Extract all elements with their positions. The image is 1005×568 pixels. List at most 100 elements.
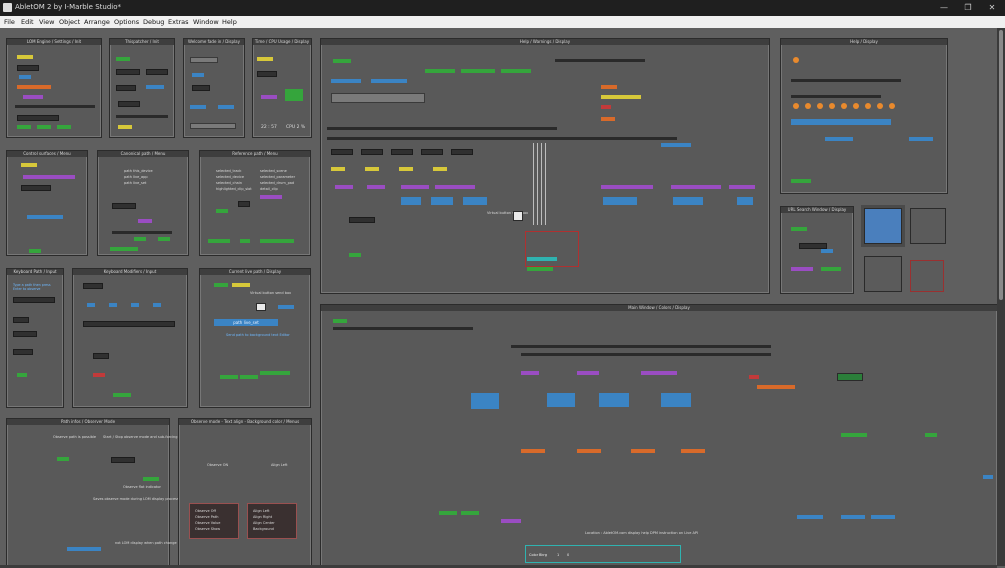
object-box[interactable]: [116, 85, 136, 91]
object-box[interactable]: [17, 373, 27, 377]
menu-file[interactable]: File: [4, 18, 15, 26]
object-box[interactable]: [333, 59, 351, 63]
object-box[interactable]: [23, 95, 43, 99]
object-box[interactable]: [521, 371, 539, 375]
menu-options[interactable]: Options: [114, 18, 139, 26]
object-box[interactable]: [146, 69, 168, 75]
object-box[interactable]: [461, 511, 479, 515]
menu-extras[interactable]: Extras: [168, 18, 189, 26]
menu-arrange[interactable]: Arrange: [84, 18, 110, 26]
object-box[interactable]: [93, 373, 105, 377]
virtual-button[interactable]: [513, 211, 523, 221]
object-box[interactable]: [23, 175, 75, 179]
object-box[interactable]: [333, 327, 473, 330]
object-box[interactable]: [841, 515, 865, 519]
object-box[interactable]: [214, 283, 228, 287]
object-box[interactable]: [57, 125, 71, 129]
object-box[interactable]: [118, 125, 132, 129]
patcher-canvas[interactable]: LOM Engine / Settings / Init Thispatcher…: [0, 28, 997, 566]
object-box[interactable]: [431, 197, 453, 205]
object-box[interactable]: [501, 69, 531, 73]
object-box[interactable]: [365, 167, 379, 171]
object-box[interactable]: [335, 185, 353, 189]
object-box[interactable]: [547, 393, 575, 407]
object-box[interactable]: [118, 101, 140, 107]
object-box[interactable]: [260, 239, 294, 243]
object-box[interactable]: [57, 457, 69, 461]
object-box[interactable]: [671, 185, 721, 189]
observe-option-value[interactable]: Observe Value: [195, 521, 220, 525]
object-box[interactable]: [349, 217, 375, 223]
object-box[interactable]: [17, 115, 59, 121]
object-box[interactable]: [192, 73, 204, 77]
help-button[interactable]: [853, 103, 859, 109]
object-box[interactable]: [349, 253, 361, 257]
object-box[interactable]: [791, 79, 901, 82]
object-box[interactable]: [791, 179, 811, 183]
object-box[interactable]: [601, 95, 641, 99]
object-box[interactable]: [190, 105, 206, 109]
object-box[interactable]: [113, 393, 131, 397]
object-box[interactable]: [111, 457, 135, 463]
minimize-button[interactable]: —: [933, 1, 955, 15]
object-box[interactable]: [371, 79, 407, 83]
object-box[interactable]: [521, 353, 771, 356]
object-box[interactable]: [116, 115, 168, 118]
object-box[interactable]: [439, 511, 457, 515]
object-box[interactable]: [218, 105, 234, 109]
object-box[interactable]: [13, 317, 29, 323]
object-box[interactable]: [83, 283, 103, 289]
object-box[interactable]: [21, 163, 37, 167]
object-box[interactable]: [260, 371, 290, 375]
object-box[interactable]: [257, 71, 277, 77]
object-box[interactable]: [17, 125, 31, 129]
object-box[interactable]: [153, 303, 161, 307]
help-button[interactable]: [829, 103, 835, 109]
help-button[interactable]: [889, 103, 895, 109]
object-box[interactable]: [983, 475, 993, 479]
object-box[interactable]: [17, 85, 51, 89]
object-box[interactable]: [577, 371, 599, 375]
scroll-thumb[interactable]: [999, 30, 1003, 300]
object-box[interactable]: [841, 433, 867, 437]
object-box[interactable]: [909, 137, 933, 141]
object-box[interactable]: [821, 249, 833, 253]
object-box[interactable]: [112, 231, 172, 234]
object-box[interactable]: [208, 239, 230, 243]
object-box[interactable]: [131, 303, 139, 307]
align-option-background[interactable]: Background: [253, 527, 274, 531]
object-box[interactable]: [333, 319, 347, 323]
object-box[interactable]: [737, 197, 753, 205]
virtual-button[interactable]: [256, 303, 266, 311]
object-box[interactable]: [15, 105, 95, 108]
object-box[interactable]: [158, 237, 170, 241]
object-box[interactable]: [220, 375, 238, 379]
align-option-center[interactable]: Align Center: [253, 521, 275, 525]
message-box[interactable]: [190, 57, 218, 63]
object-box[interactable]: [391, 149, 413, 155]
object-box[interactable]: [29, 249, 41, 253]
object-box[interactable]: [21, 185, 51, 191]
object-box[interactable]: [216, 209, 228, 213]
object-box[interactable]: [729, 185, 755, 189]
object-box[interactable]: [192, 85, 210, 91]
object-box[interactable]: [641, 371, 677, 375]
vertical-scrollbar[interactable]: [997, 28, 1005, 566]
object-box[interactable]: [421, 149, 443, 155]
object-box[interactable]: [837, 373, 863, 381]
object-box[interactable]: [821, 267, 841, 271]
object-box[interactable]: [257, 57, 273, 61]
object-box[interactable]: [27, 215, 63, 219]
toggle-object[interactable]: [17, 55, 33, 59]
object-box[interactable]: [232, 283, 250, 287]
help-button[interactable]: [841, 103, 847, 109]
object-box[interactable]: [471, 393, 499, 409]
keyboard-path-input[interactable]: [13, 297, 55, 303]
object-box[interactable]: [83, 321, 175, 327]
object-box[interactable]: [116, 69, 140, 75]
object-box[interactable]: [791, 267, 813, 271]
object-box[interactable]: [327, 137, 677, 140]
object-box[interactable]: [261, 95, 277, 99]
object-box[interactable]: [67, 547, 101, 551]
menu-edit[interactable]: Edit: [21, 18, 34, 26]
